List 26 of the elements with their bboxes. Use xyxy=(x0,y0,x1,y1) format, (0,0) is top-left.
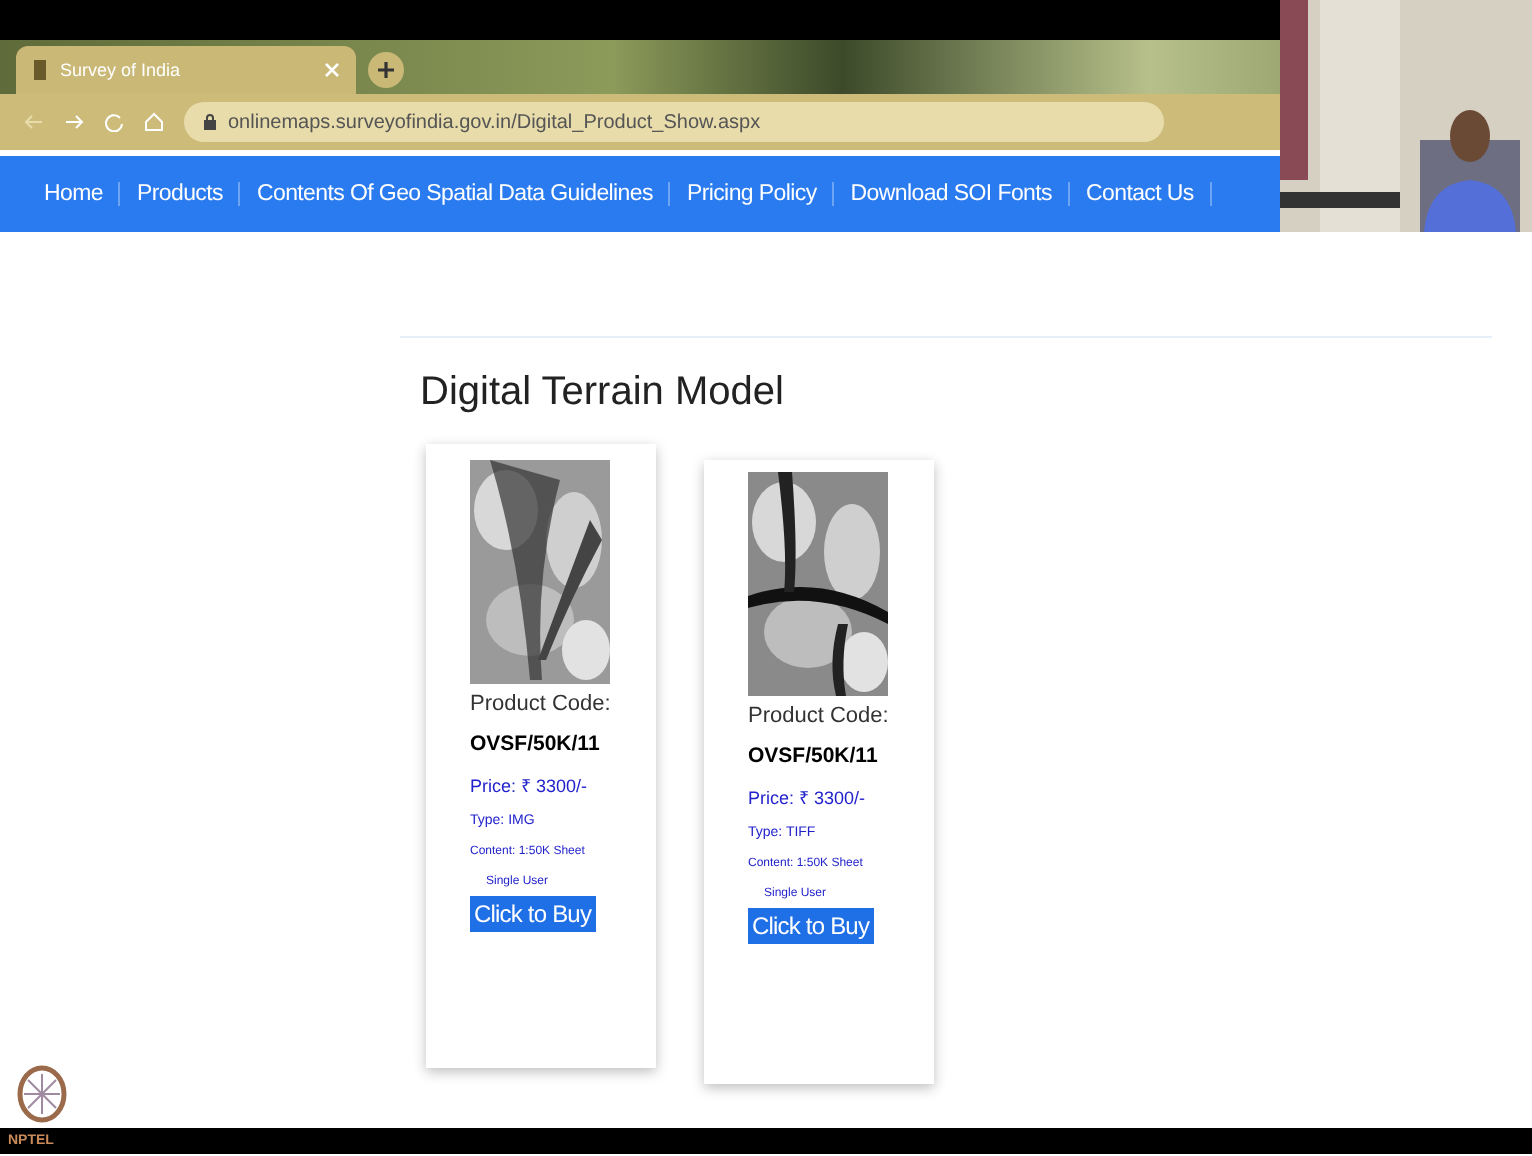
page-heading: Digital Terrain Model xyxy=(420,370,786,416)
lock-icon xyxy=(204,114,216,130)
product-code-label: Product Code: xyxy=(470,692,611,716)
product-code-label: Product Code: xyxy=(748,704,889,728)
nav-link[interactable]: Products xyxy=(120,182,241,206)
reload-icon[interactable] xyxy=(104,112,124,132)
product-code: OVSF/50K/11 xyxy=(748,744,878,768)
address-bar[interactable]: onlinemaps.surveyofindia.gov.in/Digital_Product_Show.aspx xyxy=(184,102,1164,142)
price-text: Price: ₹ 3300/- xyxy=(748,786,866,810)
price-text: Price: ₹ 3300/- xyxy=(470,774,588,798)
buy-button[interactable]: Click to Buy xyxy=(748,908,874,944)
nav-link[interactable]: Pricing Policy xyxy=(670,182,835,206)
home-icon[interactable] xyxy=(144,112,164,132)
back-icon[interactable] xyxy=(24,112,44,132)
nav-link[interactable]: Home xyxy=(28,182,121,206)
wheel-logo-icon xyxy=(16,1064,68,1124)
url-text: onlinemaps.surveyofindia.gov.in/Digital_Product_Show.aspx xyxy=(228,111,761,133)
nav-link[interactable]: Contact Us xyxy=(1070,182,1212,206)
buy-button[interactable]: Click to Buy xyxy=(470,896,596,932)
new-tab-button[interactable] xyxy=(368,52,404,88)
plus-icon xyxy=(376,60,396,80)
product-code: OVSF/50K/11 xyxy=(470,732,600,756)
forward-icon[interactable] xyxy=(64,112,84,132)
nav-link[interactable]: Contents Of Geo Spatial Data Guidelines xyxy=(240,182,671,206)
nav-link[interactable]: Download SOI Fonts xyxy=(834,182,1070,206)
close-icon[interactable] xyxy=(324,62,340,78)
